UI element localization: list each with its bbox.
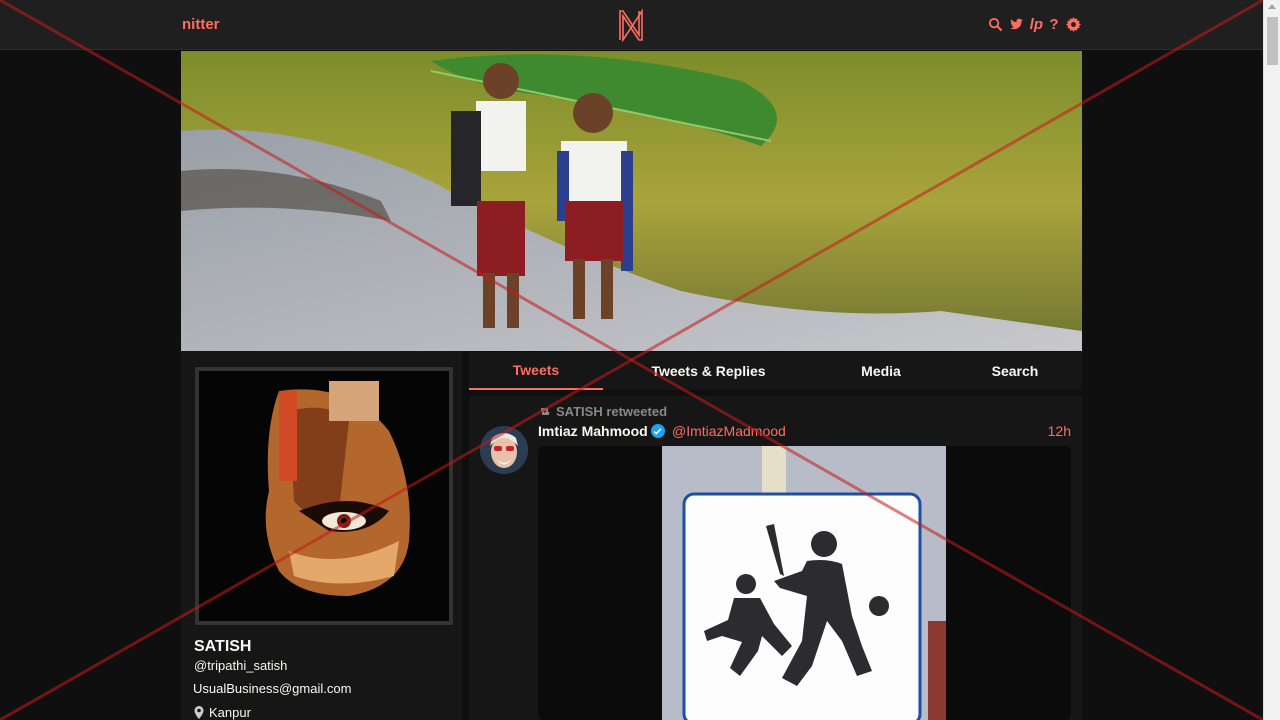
avatar-image [199, 371, 449, 621]
tweet-date[interactable]: 12h [1048, 423, 1071, 439]
twitter-icon[interactable] [1009, 15, 1025, 33]
tab-tweets-replies[interactable]: Tweets & Replies [603, 352, 814, 390]
sign-image [662, 446, 946, 720]
nav-icons: lp ? [988, 15, 1081, 33]
tweet-media-image[interactable] [662, 446, 946, 720]
top-navbar: nitter lp ? [0, 0, 1263, 50]
gear-icon[interactable] [1065, 15, 1081, 33]
tab-tweets[interactable]: Tweets [469, 352, 603, 390]
profile-fullname: SATISH [194, 638, 252, 655]
tab-media[interactable]: Media [814, 352, 948, 390]
profile-username[interactable]: @tripathi_satish [194, 658, 287, 673]
help-icon[interactable]: ? [1048, 15, 1060, 33]
nitter-logo-icon[interactable] [617, 8, 645, 42]
verified-icon [650, 424, 665, 438]
tweet-fullname[interactable]: Imtiaz Mahmood [538, 423, 665, 439]
banner-image [181, 51, 1082, 351]
profile-card: SATISH @tripathi_satish UsualBusiness@gm… [181, 351, 462, 720]
timeline-item[interactable]: SATISH retweeted Imtiaz Mahmood @ImtiazM… [469, 396, 1082, 720]
tweet-avatar[interactable] [480, 426, 528, 474]
search-icon[interactable] [988, 15, 1004, 33]
retweet-header-text: SATISH retweeted [556, 404, 668, 419]
retweet-header: SATISH retweeted [538, 404, 667, 419]
profile-bio: UsualBusiness@gmail.com [193, 681, 352, 696]
profile-avatar[interactable] [195, 367, 453, 625]
tweet-fullname-text: Imtiaz Mahmood [538, 423, 648, 439]
map-pin-icon [194, 706, 204, 719]
scroll-up-arrow-icon[interactable] [1268, 4, 1276, 9]
page-scrollbar[interactable] [1263, 0, 1280, 720]
profile-banner[interactable] [181, 51, 1082, 351]
timeline-tabs: Tweets Tweets & Replies Media Search [469, 352, 1082, 390]
location-text: Kanpur [209, 705, 251, 720]
scroll-thumb[interactable] [1267, 17, 1278, 65]
tab-search[interactable]: Search [948, 352, 1082, 390]
retweet-icon [540, 408, 550, 415]
nitter-home-link[interactable]: nitter [182, 16, 220, 33]
tweet-handle[interactable]: @ImtiazMadmood [672, 423, 786, 439]
rss-icon[interactable]: lp [1030, 15, 1043, 33]
profile-location: Kanpur [194, 705, 251, 720]
tweet-attachment[interactable] [538, 446, 1071, 720]
tweet-avatar-image [480, 426, 528, 474]
